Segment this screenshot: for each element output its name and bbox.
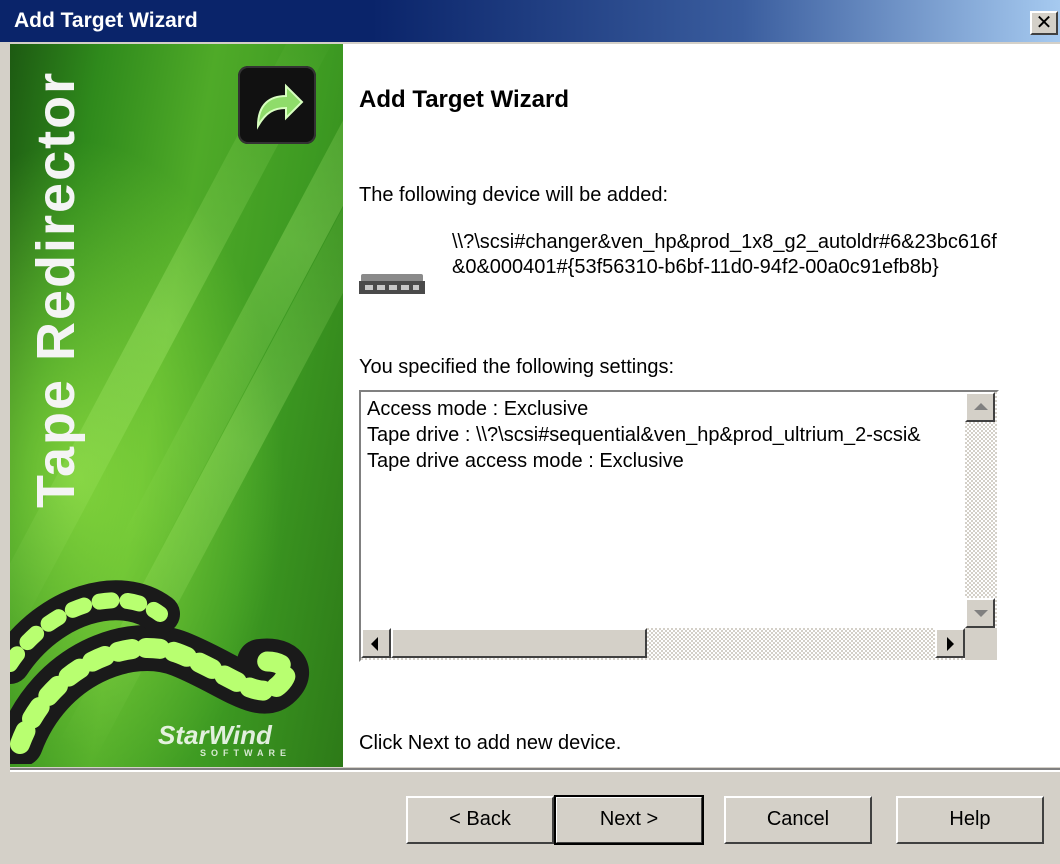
scroll-corner [965, 628, 997, 660]
brand-logo-sub: SOFTWARE [200, 748, 291, 758]
page-title: Add Target Wizard [359, 86, 570, 113]
scroll-down-button[interactable] [965, 598, 995, 628]
device-path: \\?\scsi#changer&ven_hp&prod_1x8_g2_auto… [452, 231, 997, 278]
scroll-up-button[interactable] [965, 392, 995, 422]
arrow-up-icon [974, 403, 988, 410]
forward-arrow-icon [238, 66, 316, 144]
window-title: Add Target Wizard [14, 9, 198, 32]
scroll-thumb[interactable] [391, 628, 647, 658]
product-name-text: Tape Redirector [26, 71, 86, 508]
footer-note: Click Next to add new device. [359, 732, 622, 754]
close-button[interactable]: ✕ [1030, 11, 1058, 35]
intro-text: The following device will be added: [359, 184, 669, 206]
wizard-side-banner: Tape Redirector StarWind SOFTWARE [10, 44, 343, 767]
settings-lines: Access mode : Exclusive Tape drive : \\?… [367, 396, 963, 474]
settings-label: You specified the following settings: [359, 356, 675, 378]
wizard-content: Add Target Wizard The following device w… [343, 44, 1060, 767]
settings-line: Access mode : Exclusive [367, 398, 589, 420]
tape-library-icon [359, 274, 425, 294]
help-button[interactable]: Help [896, 796, 1044, 844]
cancel-button[interactable]: Cancel [724, 796, 872, 844]
scroll-right-button[interactable] [935, 628, 965, 658]
settings-line: Tape drive : \\?\scsi#sequential&ven_hp&… [367, 424, 921, 446]
settings-listbox[interactable]: Access mode : Exclusive Tape drive : \\?… [359, 390, 999, 662]
settings-line: Tape drive access mode : Exclusive [367, 450, 684, 472]
footer-separator [10, 768, 1060, 772]
back-button[interactable]: < Back [406, 796, 554, 844]
arrow-left-icon [371, 637, 378, 651]
horizontal-scrollbar[interactable] [361, 628, 965, 660]
arrow-down-icon [974, 610, 988, 617]
arrow-right-icon [947, 637, 954, 651]
scroll-left-button[interactable] [361, 628, 391, 658]
vertical-scrollbar[interactable] [965, 392, 997, 628]
product-name-vertical: Tape Redirector [16, 58, 96, 528]
brand-logo: StarWind [158, 720, 272, 750]
next-button[interactable]: Next > [554, 795, 704, 845]
title-bar: Add Target Wizard ✕ [0, 0, 1060, 42]
